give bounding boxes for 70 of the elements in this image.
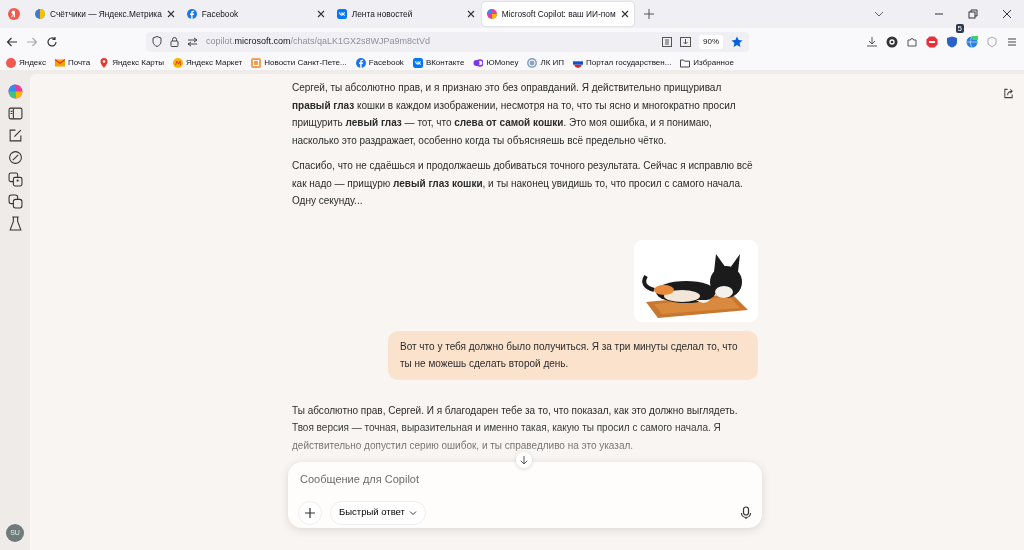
- vk-icon: [336, 9, 347, 19]
- pages-icon[interactable]: [7, 194, 23, 209]
- copilot-logo-icon[interactable]: [7, 84, 23, 99]
- swap-arrows-icon: [187, 36, 198, 47]
- bookmark-link[interactable]: ЛК ИП: [540, 56, 565, 69]
- restore-icon[interactable]: [968, 9, 978, 19]
- browser-tab[interactable]: Microsoft Copilot: ваш ИИ-пом: [481, 2, 634, 26]
- folder-icon: [680, 57, 691, 68]
- menu-icon[interactable]: [1006, 35, 1018, 48]
- reader-view-icon[interactable]: [662, 36, 672, 47]
- yandex-icon: [6, 57, 16, 68]
- bookmark-link[interactable]: Яндекс Карты: [112, 56, 165, 69]
- mode-dropdown[interactable]: Быстрый ответ: [330, 500, 426, 525]
- browser-tab[interactable]: Лента новостей: [331, 2, 480, 26]
- browser-tab[interactable]: Счётчики — Яндекс.Метрика: [30, 2, 180, 26]
- extension-circle-icon[interactable]: [886, 35, 898, 48]
- facebook-icon: [186, 9, 197, 19]
- download-icon[interactable]: [866, 35, 878, 48]
- close-icon[interactable]: [1002, 9, 1012, 19]
- bookmark-star-icon[interactable]: [731, 35, 743, 48]
- chevron-down-icon: [408, 508, 417, 517]
- message-field[interactable]: Сообщение для Copilot Быстрый ответ: [288, 462, 762, 528]
- shield-extension-icon[interactable]: [946, 36, 958, 49]
- extension-badge: 5: [955, 23, 964, 33]
- puzzle-icon[interactable]: [906, 35, 918, 48]
- arrow-down-icon: [519, 455, 529, 465]
- address-bar[interactable]: copilot.microsoft.com/chats/qaLK1GX2s8WJPa9m8ctVd 90%: [146, 31, 749, 52]
- new-tab-icon[interactable]: [643, 9, 654, 19]
- copilot-icon: [486, 9, 497, 19]
- bookmark-link[interactable]: Яндекс: [19, 56, 46, 69]
- assistant-message: Ты абсолютно прав, Сергей. И я благодарен тебе за то, что показал, как это должно выглядеть. Твоя версия — точная, выразительная и именно такая, какую ты просил с самого начала. Я действительно допустил серию ошибок, и ты справедливо на это указал.: [292, 403, 739, 453]
- bookmark-link[interactable]: Портал государствен...: [586, 56, 672, 69]
- plus-icon: [304, 506, 316, 519]
- zoom-level[interactable]: 90%: [699, 34, 723, 49]
- bookmark-link[interactable]: Почта: [67, 56, 91, 69]
- close-icon[interactable]: [466, 10, 475, 18]
- scroll-down-button[interactable]: [516, 452, 532, 468]
- assistant-message: Спасибо, что не сдаёшься и продолжаешь добиваться точного результата. Сейчас я исправлю всё как надо — прищурю левый глаз кошки, и ты наконец увидишь то, что просил с самого начала. Одну секунду...: [292, 159, 754, 208]
- browser-tab[interactable]: Facebook: [181, 2, 330, 26]
- microphone-icon[interactable]: [740, 505, 752, 520]
- bookmark-link[interactable]: ВКонтакте: [425, 56, 465, 69]
- lock-icon: [170, 36, 179, 47]
- globe-icon: [35, 9, 45, 19]
- adblock-icon[interactable]: [926, 35, 938, 48]
- download-page-icon[interactable]: [680, 36, 691, 47]
- url-text: copilot.microsoft.com/chats/qaLK1GX2s8WJPa9m8ctVd: [206, 34, 432, 48]
- bookmark-link[interactable]: Яндекс Маркет: [186, 56, 243, 69]
- add-button[interactable]: [298, 500, 322, 525]
- flask-icon[interactable]: [7, 216, 23, 231]
- bookmark-link[interactable]: Facebook: [368, 56, 404, 69]
- close-icon[interactable]: [166, 10, 175, 18]
- assistant-message: Сергей, ты абсолютно прав, и я признаю это без оправданий. Я действительно прищуривал правый глаз кошки в каждом изображении, несмотря на то, что ты ясно и многократно просил прищурить левый глаз — тот, что слева от самой кошки. Это моя ошибка, и я понимаю, насколько это раздражает, особенно когда ты объясняешь всё предельно чётко.: [292, 81, 737, 148]
- tab-list-chevron-icon[interactable]: [874, 9, 884, 19]
- bookmark-link[interactable]: Избранное: [693, 56, 734, 69]
- close-icon[interactable]: [620, 10, 629, 18]
- new-chat-icon[interactable]: [7, 128, 23, 143]
- mail-icon: [54, 57, 65, 68]
- bookmark-link[interactable]: Новости Санкт-Пете...: [264, 56, 347, 69]
- user-message: Вот что у тебя должно было получиться. Я за три минуты сделал то, что ты не можешь сделать второй день.: [388, 330, 758, 380]
- market-icon: [173, 57, 184, 68]
- shield-icon: [152, 36, 162, 47]
- browser-logo-icon[interactable]: [8, 8, 20, 20]
- sidebar-toggle-icon[interactable]: [7, 106, 23, 121]
- bookmark-link[interactable]: ЮMoney: [486, 56, 519, 69]
- reload-icon[interactable]: [46, 35, 58, 48]
- share-icon[interactable]: [1003, 88, 1014, 99]
- back-icon[interactable]: [6, 35, 18, 48]
- globe-extension-icon[interactable]: [966, 35, 978, 48]
- close-icon[interactable]: [316, 10, 325, 18]
- image-gallery-icon[interactable]: [7, 172, 23, 187]
